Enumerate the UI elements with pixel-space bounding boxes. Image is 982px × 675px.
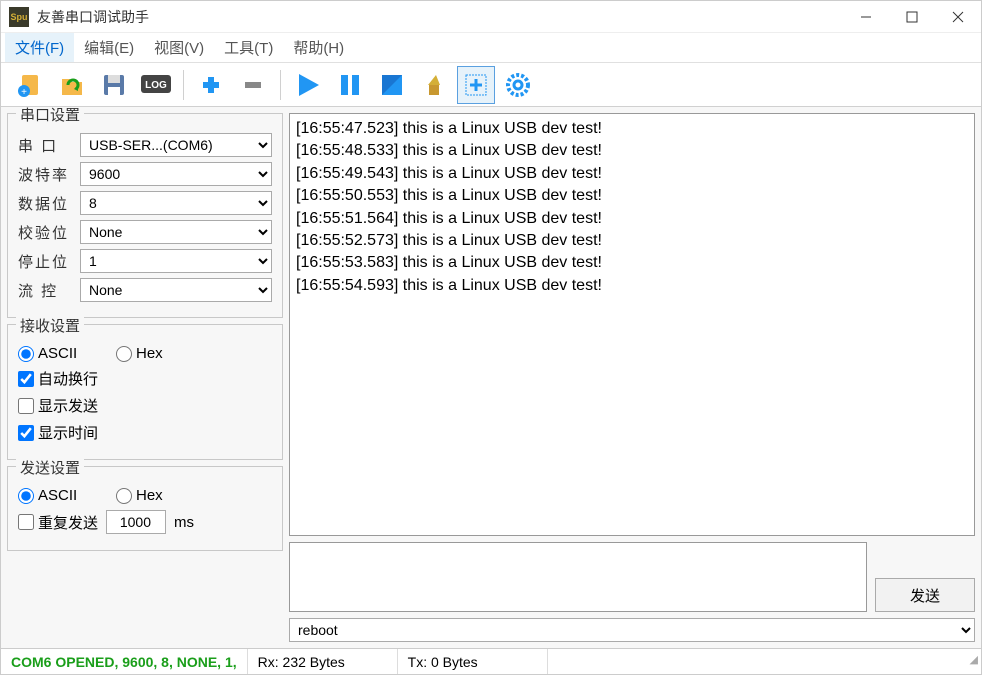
svg-text:+: +	[21, 87, 27, 98]
minimize-button[interactable]	[843, 1, 889, 33]
zoom-in-button[interactable]	[192, 66, 230, 104]
port-label: 串 口	[18, 135, 80, 156]
recv-ascii-label: ASCII	[38, 345, 77, 362]
flow-label: 流 控	[18, 280, 80, 301]
send-ascii-radio[interactable]	[18, 488, 34, 504]
tx-bytes-status: Tx: 0 Bytes	[398, 649, 548, 674]
menubar: 文件(F) 编辑(E) 视图(V) 工具(T) 帮助(H)	[1, 33, 981, 63]
databits-label: 数据位	[18, 193, 80, 214]
show-time-label: 显示时间	[38, 422, 98, 443]
menu-help[interactable]: 帮助(H)	[283, 33, 354, 62]
send-button[interactable]: 发送	[875, 578, 975, 612]
open-file-button[interactable]	[53, 66, 91, 104]
menu-view[interactable]: 视图(V)	[144, 33, 214, 62]
menu-edit[interactable]: 编辑(E)	[74, 33, 144, 62]
send-textarea[interactable]	[289, 542, 867, 612]
command-history-select[interactable]: reboot	[289, 618, 975, 642]
add-button[interactable]	[457, 66, 495, 104]
stopbits-select[interactable]: 1	[80, 249, 272, 273]
send-settings-group: 发送设置 ASCII Hex 重复发送 ms	[7, 466, 283, 551]
toolbar-sep	[183, 70, 184, 100]
recv-hex-radio[interactable]	[116, 346, 132, 362]
receive-textarea[interactable]: [16:55:47.523] this is a Linux USB dev t…	[289, 113, 975, 536]
resize-grip-icon[interactable]: ◢	[963, 653, 981, 671]
rx-bytes-status: Rx: 232 Bytes	[248, 649, 398, 674]
close-button[interactable]	[935, 1, 981, 33]
settings-button[interactable]	[499, 66, 537, 104]
show-time-checkbox[interactable]	[18, 425, 34, 441]
menu-file[interactable]: 文件(F)	[5, 33, 74, 62]
new-file-button[interactable]: +	[11, 66, 49, 104]
svg-text:LOG: LOG	[145, 80, 167, 91]
window-title: 友善串口调试助手	[37, 7, 843, 27]
interval-input[interactable]	[106, 510, 166, 534]
repeat-send-label: 重复发送	[38, 512, 98, 533]
stop-button[interactable]	[373, 66, 411, 104]
parity-select[interactable]: None	[80, 220, 272, 244]
baud-label: 波特率	[18, 164, 80, 185]
stopbits-label: 停止位	[18, 251, 80, 272]
body-area: 串口设置 串 口 USB-SER...(COM6) 波特率 9600 数据位 8…	[1, 107, 981, 648]
connection-status: COM6 OPENED, 9600, 8, NONE, 1,	[1, 649, 248, 674]
ms-label: ms	[174, 514, 194, 531]
toolbar: + LOG	[1, 63, 981, 107]
pause-button[interactable]	[331, 66, 369, 104]
send-hex-radio[interactable]	[116, 488, 132, 504]
auto-wrap-label: 自动换行	[38, 368, 98, 389]
window-controls	[843, 1, 981, 33]
parity-label: 校验位	[18, 222, 80, 243]
baud-select[interactable]: 9600	[80, 162, 272, 186]
app-window: Spu 友善串口调试助手 文件(F) 编辑(E) 视图(V) 工具(T) 帮助(…	[0, 0, 982, 675]
auto-wrap-checkbox[interactable]	[18, 371, 34, 387]
serial-settings-group: 串口设置 串 口 USB-SER...(COM6) 波特率 9600 数据位 8…	[7, 113, 283, 318]
app-icon: Spu	[9, 7, 29, 27]
group-legend: 发送设置	[16, 457, 84, 478]
show-send-label: 显示发送	[38, 395, 98, 416]
play-button[interactable]	[289, 66, 327, 104]
menu-tools[interactable]: 工具(T)	[214, 33, 283, 62]
recv-ascii-radio[interactable]	[18, 346, 34, 362]
titlebar: Spu 友善串口调试助手	[1, 1, 981, 33]
maximize-button[interactable]	[889, 1, 935, 33]
zoom-out-button[interactable]	[234, 66, 272, 104]
flow-select[interactable]: None	[80, 278, 272, 302]
toolbar-sep	[280, 70, 281, 100]
main-area: [16:55:47.523] this is a Linux USB dev t…	[289, 107, 981, 648]
receive-settings-group: 接收设置 ASCII Hex 自动换行 显示发送 显示时间	[7, 324, 283, 460]
group-legend: 串口设置	[16, 107, 84, 125]
sidebar: 串口设置 串 口 USB-SER...(COM6) 波特率 9600 数据位 8…	[1, 107, 289, 648]
group-legend: 接收设置	[16, 315, 84, 336]
send-hex-label: Hex	[136, 487, 163, 504]
statusbar: COM6 OPENED, 9600, 8, NONE, 1, Rx: 232 B…	[1, 648, 981, 674]
databits-select[interactable]: 8	[80, 191, 272, 215]
log-button[interactable]: LOG	[137, 66, 175, 104]
send-ascii-label: ASCII	[38, 487, 77, 504]
repeat-send-checkbox[interactable]	[18, 514, 34, 530]
clear-button[interactable]	[415, 66, 453, 104]
port-select[interactable]: USB-SER...(COM6)	[80, 133, 272, 157]
save-button[interactable]	[95, 66, 133, 104]
show-send-checkbox[interactable]	[18, 398, 34, 414]
recv-hex-label: Hex	[136, 345, 163, 362]
